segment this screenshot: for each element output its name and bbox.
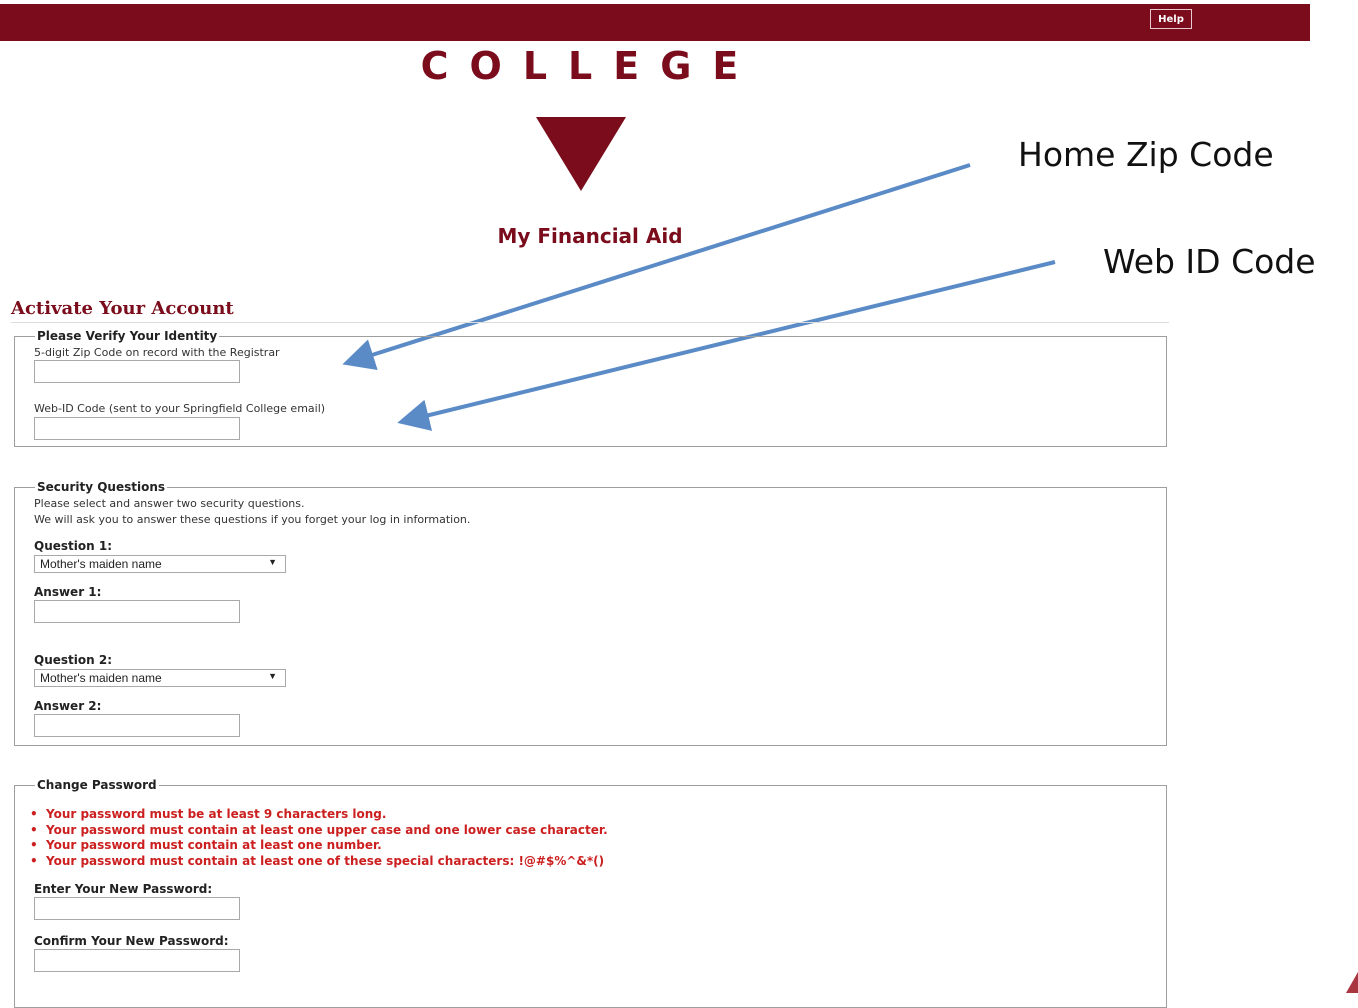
answer2-label: Answer 2: — [34, 699, 102, 713]
password-legend: Change Password — [37, 778, 157, 792]
new-password-input[interactable] — [34, 897, 240, 920]
password-rules-list: • Your password must be at least 9 charac… — [30, 807, 608, 869]
question1-selected: Mother's maiden name — [40, 557, 162, 571]
confirm-password-label: Confirm Your New Password: — [34, 934, 229, 948]
answer1-input[interactable] — [34, 600, 240, 623]
password-rule: • Your password must contain at least one… — [30, 838, 382, 852]
dropdown-arrow-icon: ▼ — [268, 557, 277, 567]
zip-code-input[interactable] — [34, 360, 240, 383]
identity-legend: Please Verify Your Identity — [37, 329, 218, 343]
new-password-label: Enter Your New Password: — [34, 882, 213, 896]
confirm-password-input[interactable] — [34, 949, 240, 972]
webid-label: Web-ID Code (sent to your Springfield Co… — [34, 402, 326, 415]
security-intro-line1: Please select and answer two security qu… — [34, 497, 305, 510]
security-legend: Security Questions — [37, 480, 166, 494]
section-divider — [11, 322, 1169, 323]
answer1-label: Answer 1: — [34, 585, 102, 599]
security-intro-line2: We will ask you to answer these question… — [34, 513, 471, 526]
question2-selected: Mother's maiden name — [40, 671, 162, 685]
password-rule: • Your password must contain at least one… — [30, 853, 605, 868]
password-rule: • Your password must be at least 9 charac… — [30, 807, 387, 821]
section-title: Activate Your Account — [11, 298, 234, 319]
question1-label: Question 1: — [34, 539, 112, 553]
question2-label: Question 2: — [34, 653, 112, 667]
answer2-input[interactable] — [34, 714, 240, 737]
password-rule: • Your password must contain at least one… — [30, 822, 608, 837]
zip-label: 5-digit Zip Code on record with the Regi… — [34, 346, 280, 359]
question1-select[interactable]: Mother's maiden name ▼ — [34, 555, 286, 573]
webid-input[interactable] — [34, 417, 240, 440]
dropdown-arrow-icon: ▼ — [268, 671, 277, 681]
corner-triangle-icon — [1346, 972, 1358, 993]
question2-select[interactable]: Mother's maiden name ▼ — [34, 669, 286, 687]
